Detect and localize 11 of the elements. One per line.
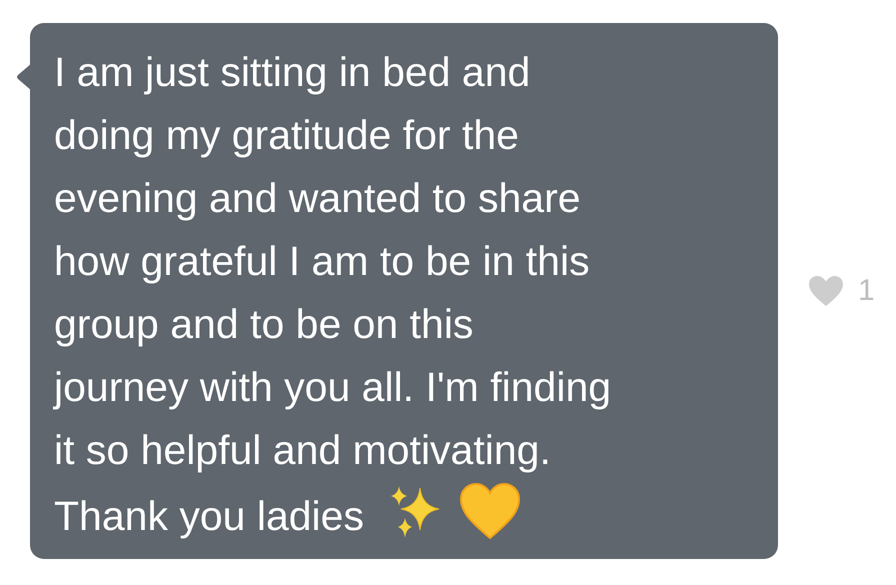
message-text-line: journey with you all. I'm finding bbox=[54, 364, 612, 410]
heart-icon bbox=[458, 482, 521, 540]
message-text-line: doing my gratitude for the bbox=[54, 112, 519, 158]
message-text-line: evening and wanted to share bbox=[54, 175, 581, 221]
message-text-line: Thank you ladies bbox=[54, 493, 364, 539]
message-text-line: how grateful I am to be in this bbox=[54, 238, 590, 284]
like-heart-icon[interactable] bbox=[808, 275, 844, 307]
like-count: 1 bbox=[858, 274, 875, 308]
message-text-line: it so helpful and motivating. bbox=[54, 427, 551, 473]
message-text-line: group and to be on this bbox=[54, 301, 474, 347]
message-text-line: I am just sitting in bed and bbox=[54, 49, 530, 95]
